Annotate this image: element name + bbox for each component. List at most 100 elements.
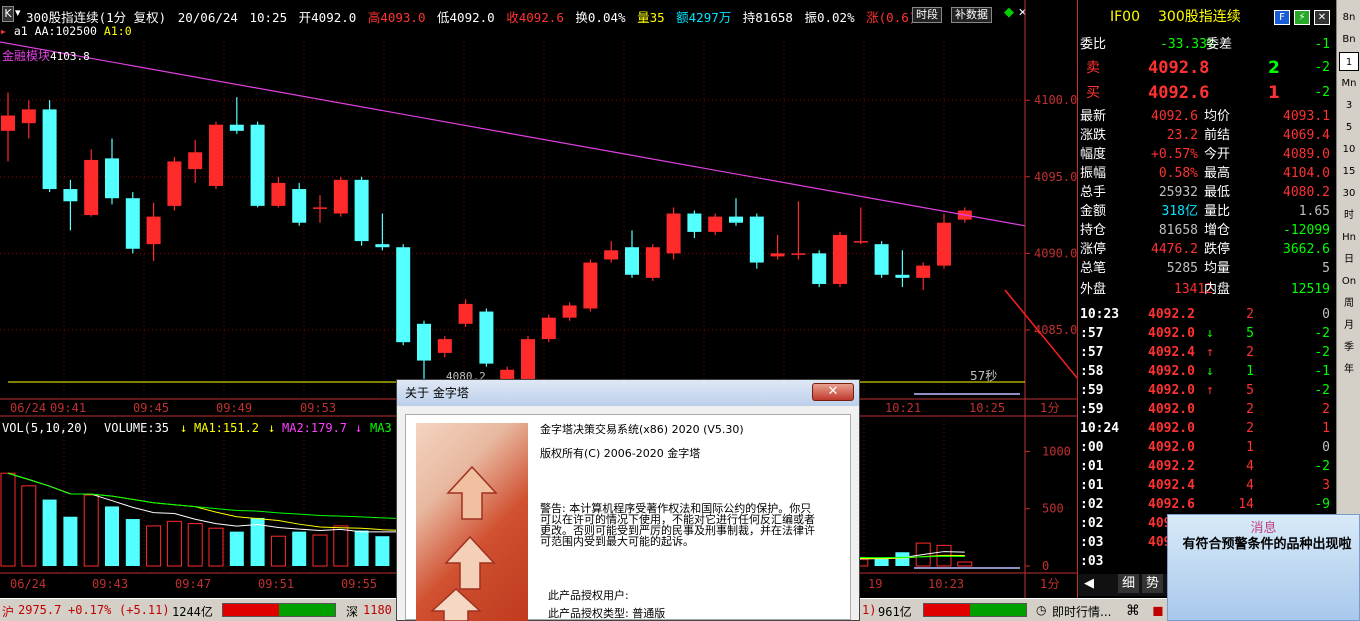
stat-label: 总笔 bbox=[1080, 261, 1107, 276]
tick-row[interactable]: :01 4092.4 4 3 bbox=[1078, 476, 1336, 495]
sidebar-period-13[interactable]: 周 bbox=[1339, 294, 1359, 313]
buy-row[interactable]: 买 4092.6 1 -2 bbox=[1078, 81, 1336, 105]
bolt-icon[interactable]: ⚡ bbox=[1294, 10, 1310, 25]
volume-bar bbox=[166, 520, 182, 567]
stat-value: 4093.1 bbox=[1283, 109, 1330, 124]
candle-body bbox=[791, 253, 806, 255]
sidebar-period-9[interactable]: 时 bbox=[1339, 206, 1359, 225]
volume-bar bbox=[270, 535, 286, 567]
volume-bar bbox=[187, 523, 203, 567]
sidebar-period-15[interactable]: 季 bbox=[1339, 338, 1359, 357]
panel-close-icon[interactable]: ✕ bbox=[1314, 10, 1330, 25]
sidebar-period-14[interactable]: 月 bbox=[1339, 316, 1359, 335]
tick-change: -2 bbox=[1314, 326, 1330, 341]
popup-message[interactable]: 有符合预警条件的品种出现啦 bbox=[1182, 537, 1352, 552]
buy-label: 买 bbox=[1086, 85, 1100, 101]
candle-body bbox=[833, 234, 847, 284]
volume-bar bbox=[375, 536, 390, 566]
time-tick-label: 09:47 bbox=[175, 577, 211, 591]
stat-value: 4089.0 bbox=[1283, 147, 1330, 162]
sidebar-period-5[interactable]: 5 bbox=[1339, 118, 1359, 137]
tick-time: :03 bbox=[1080, 554, 1104, 569]
python-icon[interactable]: ⌘ bbox=[1126, 603, 1140, 619]
sz-label: 深 bbox=[346, 605, 359, 619]
tick-row[interactable]: 10:23 4092.2 2 0 bbox=[1078, 305, 1336, 324]
outer-label: 外盘 bbox=[1080, 282, 1107, 297]
sidebar-period-11[interactable]: 日 bbox=[1339, 250, 1359, 269]
candle-body bbox=[84, 159, 99, 216]
sidebar-period-1[interactable]: Bn bbox=[1339, 30, 1359, 49]
candle-body bbox=[21, 109, 36, 124]
tick-row[interactable]: :00 4092.0 1 0 bbox=[1078, 438, 1336, 457]
sidebar-period-4[interactable]: 3 bbox=[1339, 96, 1359, 115]
volume-legend-item: MA3 bbox=[370, 421, 392, 435]
sidebar-period-0[interactable]: 8n bbox=[1339, 8, 1359, 27]
tick-row[interactable]: :02 4092.6 14 -9 bbox=[1078, 495, 1336, 514]
candle-body bbox=[63, 189, 78, 202]
sidebar-period-10[interactable]: Hn bbox=[1339, 228, 1359, 247]
candle-body bbox=[250, 124, 265, 206]
news-ticker[interactable]: 即时行情... bbox=[1052, 603, 1111, 620]
tab-force[interactable]: 势 bbox=[1142, 574, 1164, 593]
tick-row[interactable]: :59 4092.0 ↑ 5 -2 bbox=[1078, 381, 1336, 400]
candle-body bbox=[229, 124, 244, 131]
stat-label: 增仓 bbox=[1204, 223, 1231, 238]
sell-price: 4092.8 bbox=[1148, 58, 1210, 78]
dialog-close-button[interactable]: ✕ bbox=[812, 383, 854, 401]
volume-legend-item: ↓ bbox=[355, 421, 362, 435]
tick-time: :58 bbox=[1080, 364, 1104, 379]
volume-legend-item: ↓ bbox=[268, 421, 275, 435]
tab-detail[interactable]: 细 bbox=[1118, 574, 1140, 593]
trend-line bbox=[0, 41, 1026, 227]
stat-label: 今开 bbox=[1204, 147, 1231, 162]
tick-row[interactable]: :57 4092.4 ↑ 2 -2 bbox=[1078, 343, 1336, 362]
stat-label: 量比 bbox=[1204, 204, 1231, 219]
volume-bar bbox=[105, 506, 119, 566]
tick-qty: 14 bbox=[1238, 497, 1254, 512]
tick-price: 4092.0 bbox=[1148, 421, 1195, 436]
stat-label: 最新 bbox=[1080, 109, 1107, 124]
sidebar-period-12[interactable]: On bbox=[1339, 272, 1359, 291]
sidebar-period-3[interactable]: Mn bbox=[1339, 74, 1359, 93]
tick-row[interactable]: :59 4092.0 2 2 bbox=[1078, 400, 1336, 419]
sidebar-period-6[interactable]: 10 bbox=[1339, 140, 1359, 159]
quote-name: 300股指连续 bbox=[1158, 9, 1241, 25]
f-icon[interactable]: F bbox=[1274, 10, 1290, 25]
time-tick-label: 06/24 bbox=[10, 577, 46, 591]
candle-body bbox=[188, 152, 203, 170]
tick-row[interactable]: :57 4092.0 ↓ 5 -2 bbox=[1078, 324, 1336, 343]
time-tick-label: 09:55 bbox=[341, 577, 377, 591]
alert-popup[interactable]: 消息 有符合预警条件的品种出现啦 bbox=[1167, 514, 1360, 621]
sell-row[interactable]: 卖 4092.8 2 -2 bbox=[1078, 56, 1336, 80]
stat-value: 3662.6 bbox=[1283, 242, 1330, 257]
candle-body bbox=[417, 323, 431, 361]
volume-bar bbox=[354, 530, 369, 566]
sidebar-period-8[interactable]: 30 bbox=[1339, 184, 1359, 203]
sidebar-period-16[interactable]: 年 bbox=[1339, 360, 1359, 379]
tick-row[interactable]: :58 4092.0 ↓ 1 -1 bbox=[1078, 362, 1336, 381]
sz-index[interactable]: 1180 bbox=[363, 603, 392, 617]
candle-body bbox=[292, 189, 307, 223]
price-tick-label: 4095.0 bbox=[1034, 170, 1077, 184]
tick-change: 3 bbox=[1322, 478, 1330, 493]
candle-body bbox=[125, 198, 140, 249]
about-dialog[interactable]: 关于 金字塔 ✕ 金字塔决策交易系统(x86) 2020 (V5.30) 版权所… bbox=[396, 379, 860, 621]
candle-body bbox=[1, 115, 15, 131]
candle-body bbox=[937, 222, 951, 266]
alert-icon[interactable]: ◼ bbox=[1152, 603, 1164, 619]
candle-body bbox=[749, 216, 764, 263]
tick-qty: 1 bbox=[1246, 364, 1254, 379]
dialog-title[interactable]: 关于 金字塔 bbox=[397, 380, 859, 406]
wb-label: 委比 bbox=[1080, 37, 1107, 52]
tick-row[interactable]: :01 4092.2 4 -2 bbox=[1078, 457, 1336, 476]
sidebar-period-2[interactable]: 1 bbox=[1339, 52, 1359, 71]
tick-change: 0 bbox=[1322, 440, 1330, 455]
sh-index[interactable]: 2975.7 bbox=[18, 603, 61, 617]
sz-amt: 961亿 bbox=[878, 605, 912, 619]
stat-label: 最低 bbox=[1204, 185, 1231, 200]
tick-time: :57 bbox=[1080, 326, 1104, 341]
tick-row[interactable]: 10:24 4092.0 2 1 bbox=[1078, 419, 1336, 438]
candle-body bbox=[313, 207, 327, 209]
sidebar-period-7[interactable]: 15 bbox=[1339, 162, 1359, 181]
tab-prev-icon[interactable]: ◀ bbox=[1084, 574, 1094, 593]
